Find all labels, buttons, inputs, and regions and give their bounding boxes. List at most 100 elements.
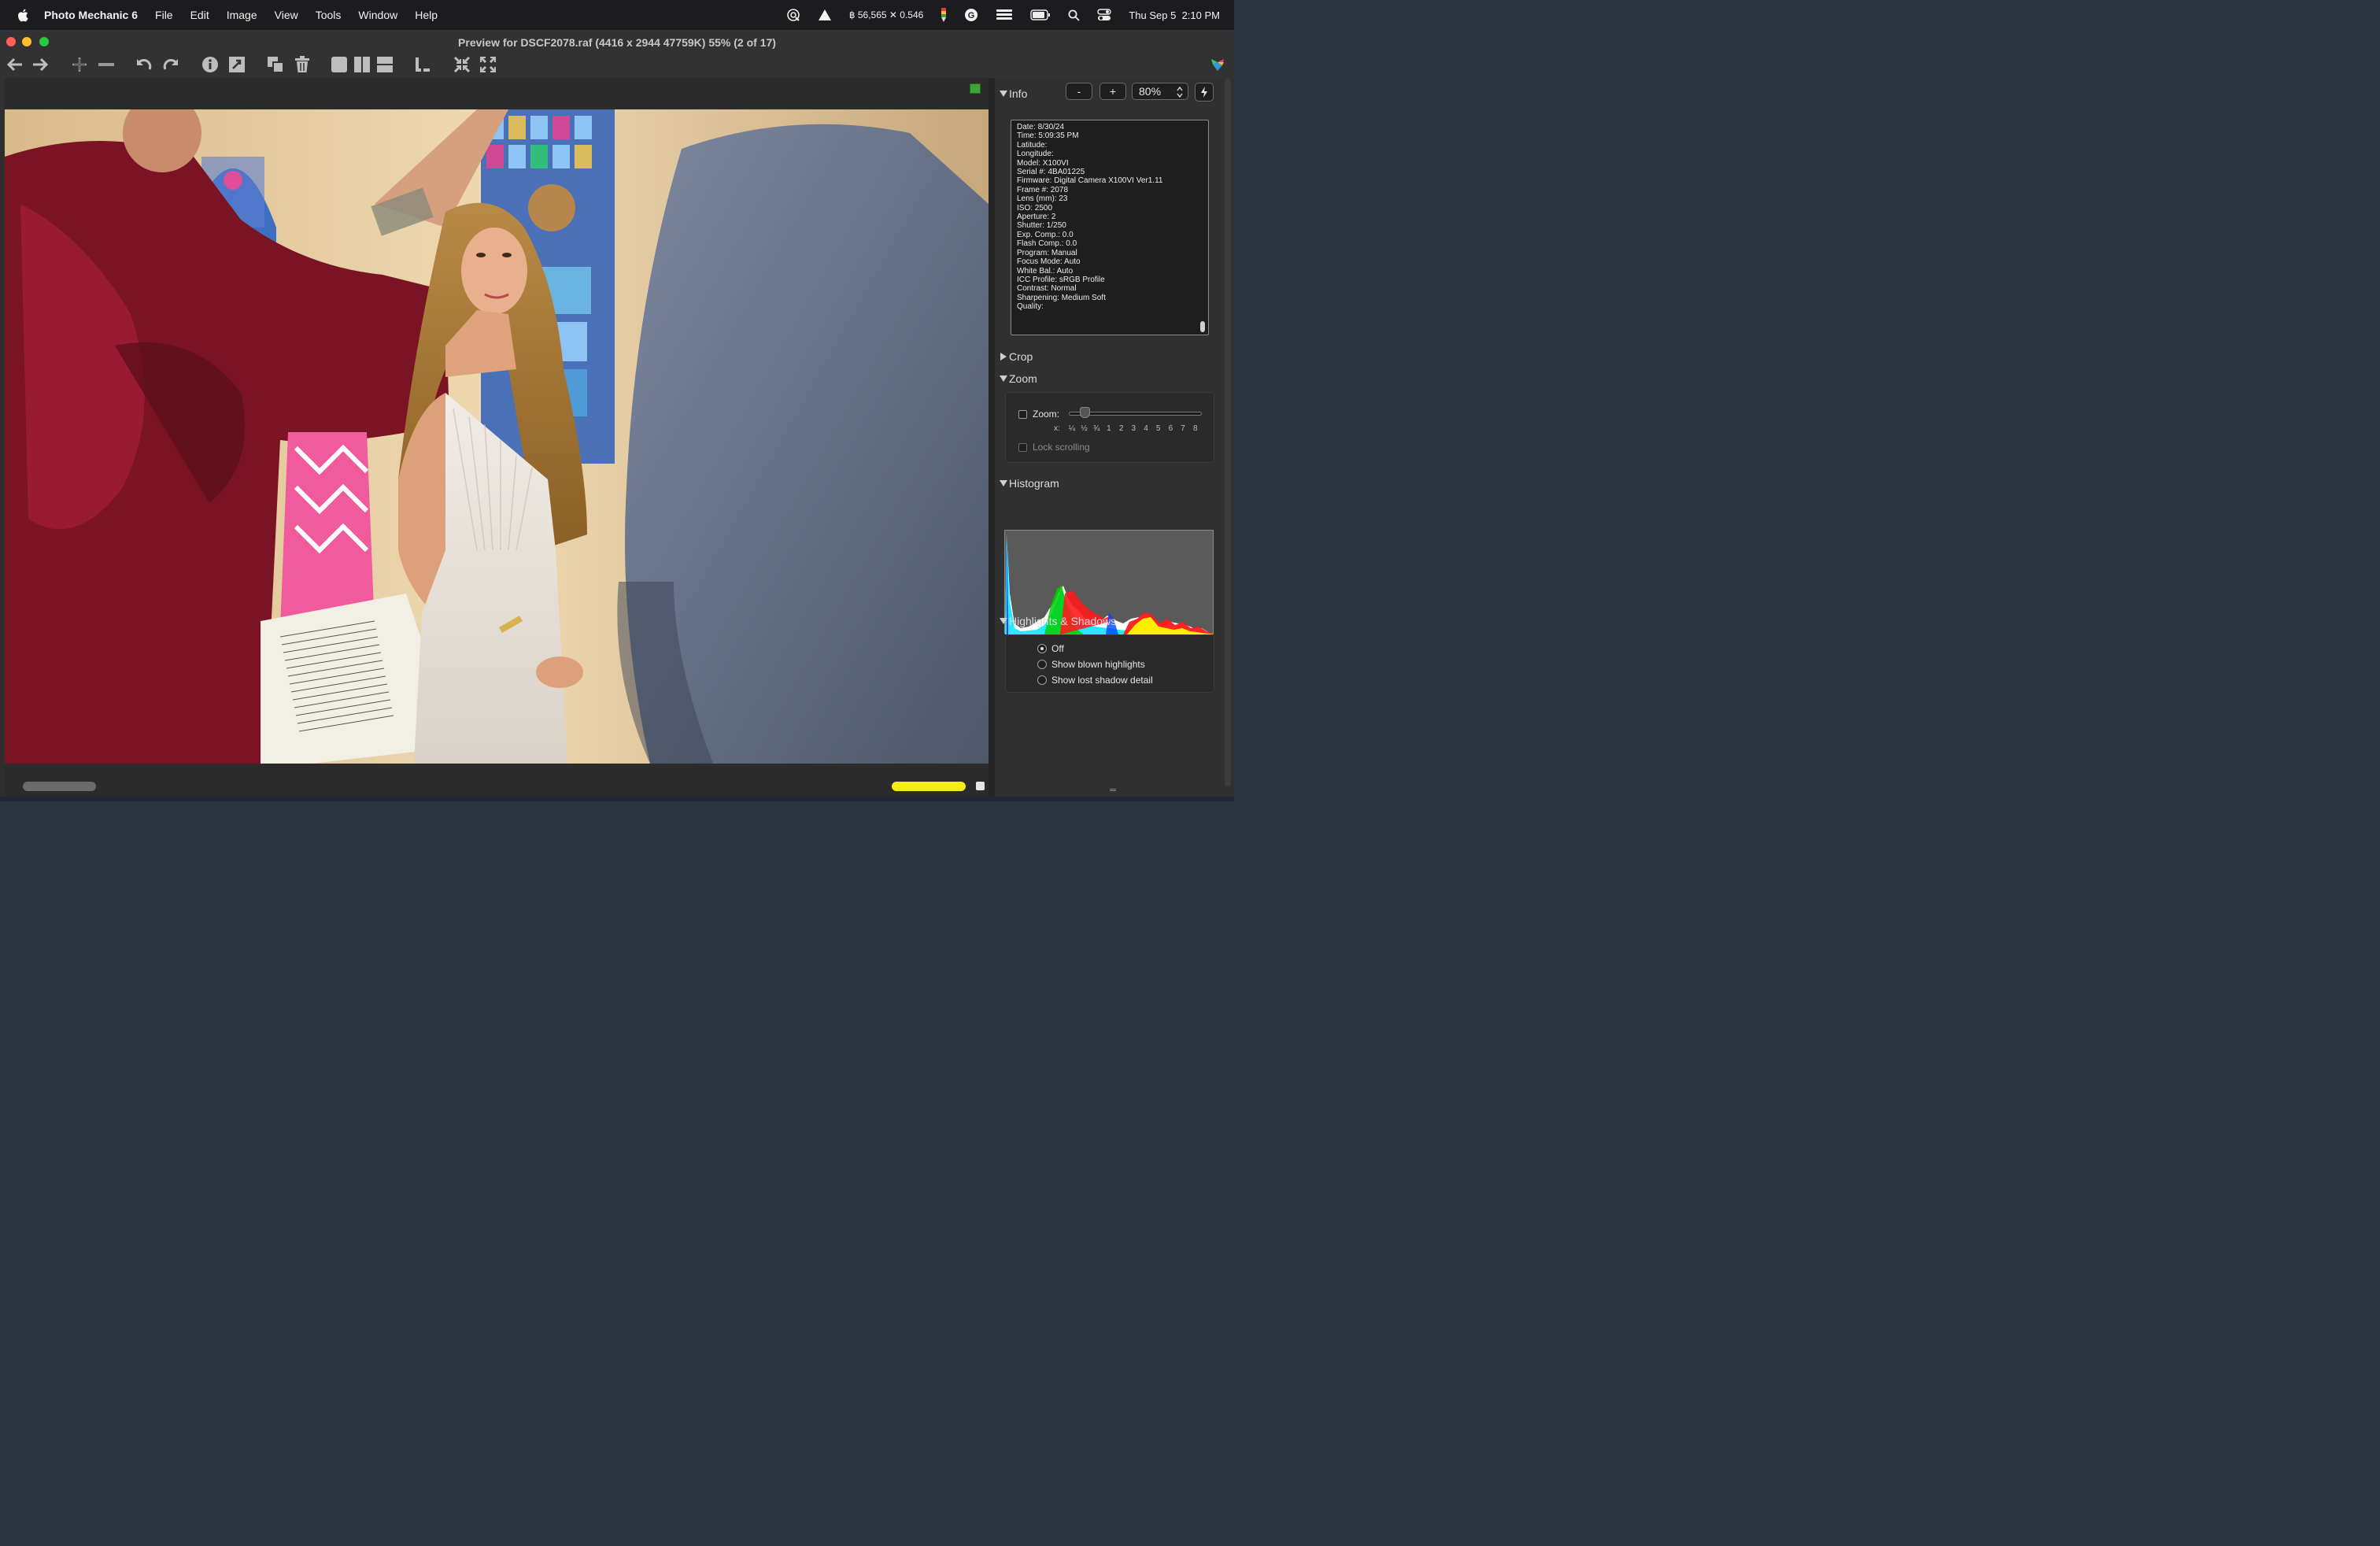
tag-checkbox[interactable] bbox=[976, 782, 985, 790]
airplay-status-icon[interactable] bbox=[786, 8, 800, 22]
apple-menu-icon[interactable] bbox=[17, 9, 28, 22]
zoom-tick-label: 7 bbox=[1181, 424, 1185, 433]
lock-scrolling-label: Lock scrolling bbox=[1033, 442, 1090, 453]
zoom-tick-label: 4 bbox=[1144, 424, 1148, 433]
side-by-side-icon[interactable] bbox=[352, 55, 372, 74]
radio-show-blown-highlights[interactable] bbox=[1037, 660, 1047, 669]
info-header-label: Info bbox=[1009, 87, 1028, 100]
info-line: Latitude: bbox=[1017, 140, 1048, 150]
lock-scrolling-checkbox[interactable] bbox=[1018, 443, 1027, 452]
inspector-panel: Info - + 80% Date: 8/30/24 Time: 5:09:35 … bbox=[995, 78, 1234, 797]
option-blown-highlights-label: Show blown highlights bbox=[1051, 659, 1145, 670]
disclosure-closed-icon bbox=[1000, 353, 1007, 361]
horizontal-scrollbar[interactable] bbox=[23, 782, 96, 791]
fit-to-window-icon[interactable] bbox=[452, 55, 472, 74]
info-line: ISO: 2500 bbox=[1017, 203, 1053, 213]
info-line: Sharpening: Medium Soft bbox=[1017, 293, 1106, 302]
zoom-percent-select[interactable]: 80% bbox=[1132, 83, 1188, 100]
preview-pane bbox=[5, 78, 989, 797]
color-label-bar[interactable] bbox=[892, 782, 966, 791]
zoom-slider-knob[interactable] bbox=[1080, 407, 1090, 418]
menu-help[interactable]: Help bbox=[415, 9, 438, 21]
exif-info-box[interactable]: Date: 8/30/24 Time: 5:09:35 PM Latitude: Lo… bbox=[1011, 120, 1209, 335]
warning-triangle-icon[interactable] bbox=[818, 9, 832, 21]
info-line: Aperture: 2 bbox=[1017, 213, 1056, 222]
top-bottom-icon[interactable] bbox=[375, 55, 395, 74]
menu-view[interactable]: View bbox=[275, 9, 298, 21]
full-screen-icon[interactable] bbox=[478, 55, 498, 74]
menu-image[interactable]: Image bbox=[227, 9, 257, 21]
clock[interactable]: Thu Sep 5 2:10 PM bbox=[1129, 9, 1220, 21]
rotate-left-icon[interactable] bbox=[134, 55, 154, 74]
zoom-tick-label: 3 bbox=[1131, 424, 1136, 433]
option-off-label: Off bbox=[1051, 643, 1064, 654]
rotate-right-icon[interactable] bbox=[161, 55, 181, 74]
zoom-section-header[interactable]: Zoom bbox=[1000, 372, 1037, 385]
crop-header-label: Crop bbox=[1009, 350, 1033, 363]
disclosure-open-icon bbox=[1000, 480, 1007, 486]
histogram-header-label: Histogram bbox=[1009, 477, 1059, 490]
color-wheel-icon[interactable] bbox=[1207, 55, 1228, 74]
back-arrow-icon[interactable] bbox=[5, 55, 25, 74]
menu-tools[interactable]: Tools bbox=[316, 9, 342, 21]
color-class-indicator[interactable] bbox=[970, 83, 981, 94]
menu-edit[interactable]: Edit bbox=[190, 9, 209, 21]
stack-icon[interactable] bbox=[996, 9, 1013, 21]
disclosure-open-icon bbox=[1000, 618, 1007, 624]
zoom-minus-button[interactable]: - bbox=[1066, 83, 1092, 100]
edit-image-icon[interactable] bbox=[227, 55, 247, 74]
info-line: Contrast: Normal bbox=[1017, 284, 1077, 294]
highlights-header-label: Highlights & Shadows bbox=[1009, 615, 1117, 627]
desktop-strip bbox=[0, 797, 1234, 801]
radio-show-lost-shadow[interactable] bbox=[1037, 675, 1047, 685]
resize-grip[interactable] bbox=[1110, 789, 1116, 791]
histogram-section-header[interactable]: Histogram bbox=[1000, 477, 1059, 490]
lightning-icon bbox=[1201, 87, 1207, 98]
zoom-x-label: x: bbox=[1054, 424, 1060, 433]
info-icon[interactable] bbox=[200, 55, 220, 74]
info-line: Firmware: Digital Camera X100VI Ver1.11 bbox=[1017, 176, 1163, 186]
battery-icon[interactable] bbox=[1030, 9, 1051, 20]
crypto-ticker[interactable]: ฿ 56,565 ✕ 0.546 bbox=[849, 9, 923, 20]
window-title: Preview for DSCF2078.raf (4416 x 2944 47… bbox=[458, 36, 776, 49]
search-icon[interactable] bbox=[1068, 9, 1080, 21]
info-scrollbar[interactable] bbox=[1200, 321, 1205, 332]
grammarly-icon[interactable]: G bbox=[964, 8, 978, 22]
lightning-button[interactable] bbox=[1195, 83, 1214, 102]
menu-bar: Photo Mechanic 6 File Edit Image View To… bbox=[0, 0, 1234, 30]
zoom-tick-label: 5 bbox=[1155, 424, 1161, 433]
svg-text:G: G bbox=[968, 11, 975, 20]
highlights-section-header[interactable]: Highlights & Shadows bbox=[1000, 615, 1116, 627]
pane-splitter[interactable] bbox=[989, 78, 995, 797]
zoom-checkbox[interactable] bbox=[1018, 410, 1027, 419]
radio-off[interactable] bbox=[1037, 644, 1047, 653]
control-center-icon[interactable] bbox=[1097, 9, 1112, 21]
option-lost-shadow-label: Show lost shadow detail bbox=[1051, 675, 1153, 686]
copy-icon[interactable] bbox=[265, 55, 286, 74]
single-view-icon[interactable] bbox=[329, 55, 349, 74]
info-line: Flash Comp.: 0.0 bbox=[1017, 239, 1077, 249]
pencil-color-icon[interactable] bbox=[941, 8, 947, 22]
info-line: Time: 5:09:35 PM bbox=[1017, 131, 1079, 141]
menu-file[interactable]: File bbox=[155, 9, 173, 21]
window-scrollbar[interactable] bbox=[1225, 78, 1231, 786]
highlights-panel: Off Show blown highlights Show lost shad… bbox=[1005, 634, 1214, 693]
zoom-out-icon[interactable] bbox=[96, 55, 116, 74]
crop-section-header[interactable]: Crop bbox=[1000, 350, 1033, 363]
photo-image bbox=[5, 109, 989, 764]
preview-window: Preview for DSCF2078.raf (4416 x 2944 47… bbox=[0, 31, 1234, 797]
menu-window[interactable]: Window bbox=[358, 9, 397, 21]
filmstrip-icon[interactable] bbox=[412, 55, 433, 74]
zoom-plus-button[interactable]: + bbox=[1099, 83, 1126, 100]
forward-arrow-icon[interactable] bbox=[30, 55, 50, 74]
info-section-header[interactable]: Info bbox=[1000, 87, 1027, 100]
zoom-tick-labels: ¼½¾12345678 bbox=[1066, 424, 1202, 433]
trash-icon[interactable] bbox=[292, 55, 312, 74]
preview-photo[interactable] bbox=[5, 109, 989, 764]
zoom-in-icon[interactable] bbox=[69, 55, 90, 74]
app-name-menu[interactable]: Photo Mechanic 6 bbox=[44, 9, 138, 21]
zoom-tick-label: 2 bbox=[1118, 424, 1124, 433]
clock-date: Thu Sep 5 bbox=[1129, 9, 1177, 21]
info-line: Program: Manual bbox=[1017, 248, 1077, 257]
disclosure-open-icon bbox=[1000, 91, 1007, 97]
